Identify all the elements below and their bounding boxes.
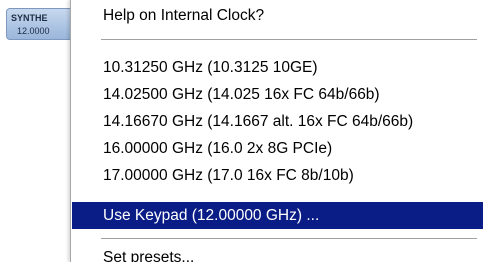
synthesizer-title: SYNTHE	[11, 13, 48, 23]
menu-item-preset-14-1667[interactable]: 14.16670 GHz (14.1667 alt. 16x FC 64b/66…	[72, 108, 483, 135]
screen: SYNTHE 12.0000 Help on Internal Clock? 1…	[0, 0, 483, 262]
menu-item-use-keypad[interactable]: Use Keypad (12.00000 GHz) ...	[72, 202, 483, 229]
menu-item-preset-14-025[interactable]: 14.02500 GHz (14.025 16x FC 64b/66b)	[72, 81, 483, 108]
menu-separator	[101, 238, 477, 239]
menu-separator	[101, 39, 477, 40]
menu-item-set-presets[interactable]: Set presets...	[72, 244, 483, 262]
menu-item-help[interactable]: Help on Internal Clock?	[72, 2, 483, 29]
menu-item-preset-16-0[interactable]: 16.00000 GHz (16.0 2x 8G PCIe)	[72, 135, 483, 162]
menu-item-preset-10-3125[interactable]: 10.31250 GHz (10.3125 10GE)	[72, 54, 483, 81]
synthesizer-value: 12.0000	[17, 26, 50, 36]
menu-item-preset-17-0[interactable]: 17.00000 GHz (17.0 16x FC 8b/10b)	[72, 162, 483, 189]
context-menu: Help on Internal Clock? 10.31250 GHz (10…	[70, 0, 483, 262]
